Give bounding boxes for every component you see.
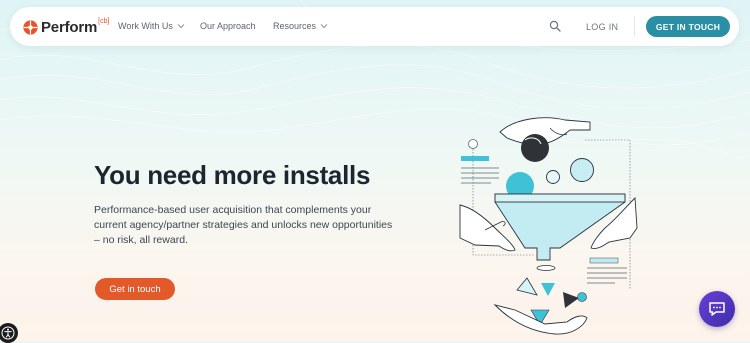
get-in-touch-hero-button[interactable]: Get in touch bbox=[95, 278, 175, 300]
chat-launcher-button[interactable] bbox=[699, 291, 735, 327]
chat-bubble-icon bbox=[709, 302, 725, 316]
nav-item-resources[interactable]: Resources bbox=[273, 21, 328, 31]
nav-item-label: Resources bbox=[273, 21, 317, 31]
get-in-touch-nav-button[interactable]: GET IN TOUCH bbox=[646, 16, 730, 37]
accessibility-button[interactable] bbox=[0, 323, 18, 343]
nav-item-label: Our Approach bbox=[200, 21, 256, 31]
hero-subtext-line: current agency/partner strategies and un… bbox=[94, 219, 393, 231]
login-link[interactable]: LOG IN bbox=[586, 22, 618, 32]
logo-superscript: [cb] bbox=[98, 17, 110, 25]
perform-logo[interactable]: Perform [cb] bbox=[23, 18, 109, 36]
hero-subtext-line: – no risk, all reward. bbox=[94, 234, 188, 246]
chevron-down-icon bbox=[320, 24, 328, 29]
nav-item-work-with-us[interactable]: Work With Us bbox=[118, 21, 185, 31]
nav-divider bbox=[634, 17, 635, 37]
nav-item-label: Work With Us bbox=[118, 21, 173, 31]
search-icon[interactable] bbox=[549, 20, 561, 32]
funnel-illustration bbox=[459, 117, 638, 335]
nav-item-our-approach[interactable]: Our Approach bbox=[200, 21, 256, 31]
chevron-down-icon bbox=[177, 24, 185, 29]
hero-headline: You need more installs bbox=[94, 160, 371, 190]
top-navbar: Perform [cb] Work With Us Our Approach R… bbox=[10, 7, 739, 46]
accessibility-icon bbox=[1, 326, 15, 340]
perform-logo-icon bbox=[23, 19, 38, 35]
logo-text: Perform bbox=[41, 18, 98, 36]
hero-subtext-line: Performance-based user acquisition that … bbox=[94, 204, 372, 216]
hero-subtext: Performance-based user acquisition that … bbox=[94, 203, 399, 248]
